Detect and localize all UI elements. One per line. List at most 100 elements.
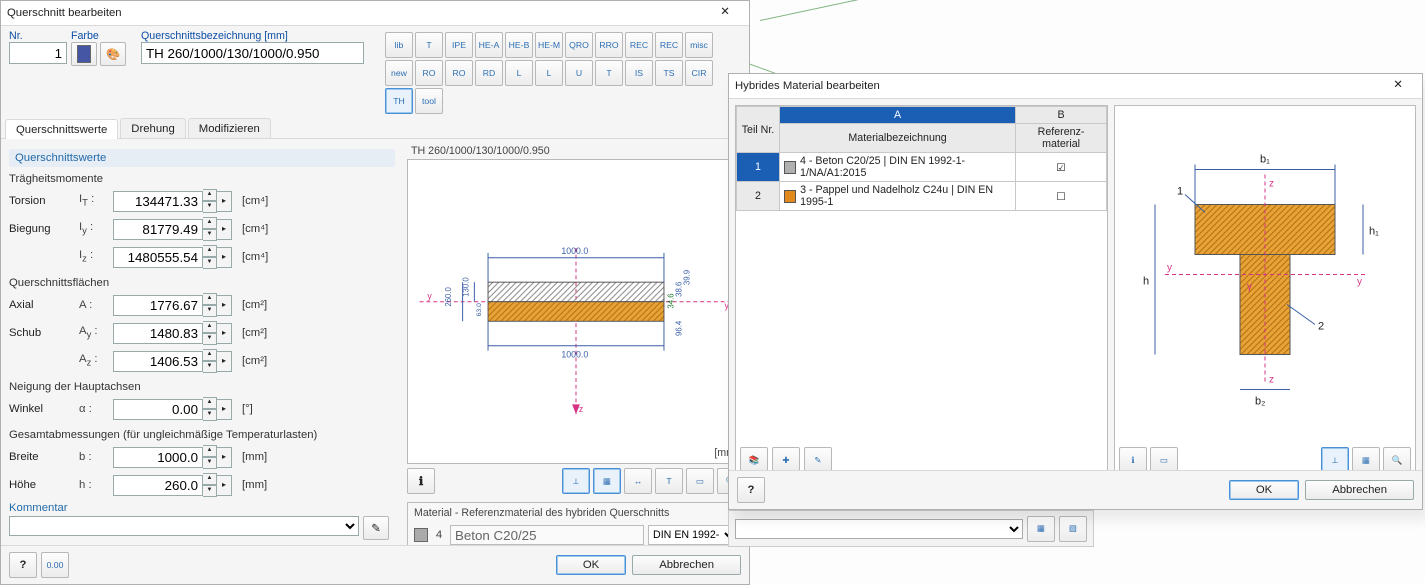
step-icon[interactable]: ▸ xyxy=(217,219,232,240)
step-icon[interactable]: ▸ xyxy=(217,191,232,212)
material-grid[interactable]: Teil Nr. A B Materialbezeichnung Referen… xyxy=(736,106,1107,211)
shape-l-button[interactable]: L xyxy=(505,60,533,86)
comment-apply-icon[interactable]: ✎ xyxy=(363,516,389,540)
table-row[interactable]: 14 - Beton C20/25 | DIN EN 1992-1-1/NA/A… xyxy=(737,153,1107,182)
spin-down-icon[interactable]: ▼ xyxy=(203,305,217,317)
shape-qro-button[interactable]: QRO xyxy=(565,32,593,58)
close-icon[interactable]: ✕ xyxy=(1380,77,1416,95)
step-icon[interactable]: ▸ xyxy=(217,295,232,316)
step-icon[interactable]: ▸ xyxy=(217,447,232,468)
shape-lib-button[interactable]: lib xyxy=(385,32,413,58)
shape-is-button[interactable]: IS xyxy=(625,60,653,86)
shape-ro-button[interactable]: RO xyxy=(445,60,473,86)
shape-he-m-button[interactable]: HE-M xyxy=(535,32,563,58)
spin-down-icon[interactable]: ▼ xyxy=(203,361,217,373)
axes-icon[interactable]: ⟂ xyxy=(562,468,590,494)
shape-he-b-button[interactable]: HE-B xyxy=(505,32,533,58)
spin-up-icon[interactable]: ▲ xyxy=(203,349,217,361)
tab-querschnittswerte[interactable]: Querschnittswerte xyxy=(5,119,118,139)
nr-input[interactable] xyxy=(9,42,67,64)
prop-input-axial[interactable] xyxy=(113,295,203,316)
decimals-icon[interactable]: 0.00 xyxy=(41,552,69,578)
shape-ts-button[interactable]: TS xyxy=(655,60,683,86)
step-icon[interactable]: ▸ xyxy=(217,247,232,268)
under-icon-b[interactable]: ▨ xyxy=(1059,516,1087,542)
shape-ipe-button[interactable]: IPE xyxy=(445,32,473,58)
spin-up-icon[interactable]: ▲ xyxy=(203,473,217,485)
step-icon[interactable]: ▸ xyxy=(217,399,232,420)
prop-input-schubY[interactable] xyxy=(113,323,203,344)
spin-down-icon[interactable]: ▼ xyxy=(203,485,217,497)
color-swatch[interactable] xyxy=(71,42,97,66)
shape-l-button[interactable]: L xyxy=(535,60,563,86)
spin-down-icon[interactable]: ▼ xyxy=(203,409,217,421)
ok-button[interactable]: OK xyxy=(556,555,626,575)
row-number[interactable]: 2 xyxy=(737,182,780,211)
help-icon[interactable]: ? xyxy=(737,477,765,503)
close-icon[interactable]: ✕ xyxy=(707,4,743,22)
shape-t-button[interactable]: T xyxy=(415,32,443,58)
cancel-button[interactable]: Abbrechen xyxy=(1305,480,1414,500)
under-icon-a[interactable]: ▦ xyxy=(1027,516,1055,542)
help-icon[interactable]: ? xyxy=(9,552,37,578)
ok-button[interactable]: OK xyxy=(1229,480,1299,500)
spin-up-icon[interactable]: ▲ xyxy=(203,445,217,457)
col-A[interactable]: A xyxy=(780,107,1016,124)
spin-up-icon[interactable]: ▲ xyxy=(203,397,217,409)
text-icon[interactable]: T xyxy=(655,468,683,494)
prop-input-torsion[interactable] xyxy=(113,191,203,212)
table-row[interactable]: 23 - Pappel und Nadelholz C24u | DIN EN … xyxy=(737,182,1107,211)
spin-up-icon[interactable]: ▲ xyxy=(203,245,217,257)
row-number[interactable]: 1 xyxy=(737,153,780,182)
spin-up-icon[interactable]: ▲ xyxy=(203,217,217,229)
spin-down-icon[interactable]: ▼ xyxy=(203,229,217,241)
color-icon[interactable]: ▭ xyxy=(686,468,714,494)
grid-icon[interactable]: ▦ xyxy=(593,468,621,494)
info-icon[interactable]: ℹ xyxy=(407,468,435,494)
shape-u-button[interactable]: U xyxy=(565,60,593,86)
prop-input-winkel[interactable] xyxy=(113,399,203,420)
shape-new-button[interactable]: new xyxy=(385,60,413,86)
material-cell[interactable]: 3 - Pappel und Nadelholz C24u | DIN EN 1… xyxy=(780,182,1016,211)
tab-drehung[interactable]: Drehung xyxy=(120,118,185,138)
shape-rd-button[interactable]: RD xyxy=(475,60,503,86)
reference-checkbox[interactable]: ☑ xyxy=(1016,153,1107,182)
spin-down-icon[interactable]: ▼ xyxy=(203,333,217,345)
color-palette-icon[interactable]: 🎨 xyxy=(100,42,126,66)
material-norm-select[interactable]: DIN EN 1992- xyxy=(648,525,738,545)
dim-icon[interactable]: ↔ xyxy=(624,468,652,494)
prop-input-biegZ[interactable] xyxy=(113,247,203,268)
shape-rro-button[interactable]: RRO xyxy=(595,32,623,58)
spin-down-icon[interactable]: ▼ xyxy=(203,201,217,213)
material-name-input[interactable] xyxy=(450,525,644,545)
prop-input-hoehe[interactable] xyxy=(113,475,203,496)
shape-rec-button[interactable]: REC xyxy=(625,32,653,58)
col-B[interactable]: B xyxy=(1016,107,1107,124)
spin-down-icon[interactable]: ▼ xyxy=(203,457,217,469)
under-combo[interactable] xyxy=(735,519,1023,539)
step-icon[interactable]: ▸ xyxy=(217,475,232,496)
step-icon[interactable]: ▸ xyxy=(217,323,232,344)
shape-rec-button[interactable]: REC xyxy=(655,32,683,58)
designation-input[interactable] xyxy=(141,42,364,64)
prop-input-breite[interactable] xyxy=(113,447,203,468)
spin-down-icon[interactable]: ▼ xyxy=(203,257,217,269)
shape-ro-button[interactable]: RO xyxy=(415,60,443,86)
prop-input-schubZ[interactable] xyxy=(113,351,203,372)
cancel-button[interactable]: Abbrechen xyxy=(632,555,741,575)
spin-up-icon[interactable]: ▲ xyxy=(203,293,217,305)
step-icon[interactable]: ▸ xyxy=(217,351,232,372)
shape-tool-button[interactable]: tool xyxy=(415,88,443,114)
shape-he-a-button[interactable]: HE-A xyxy=(475,32,503,58)
shape-cir-button[interactable]: CIR xyxy=(685,60,713,86)
shape-th-button[interactable]: TH xyxy=(385,88,413,114)
material-cell[interactable]: 4 - Beton C20/25 | DIN EN 1992-1-1/NA/A1… xyxy=(780,153,1016,182)
shape-misc-button[interactable]: misc xyxy=(685,32,713,58)
prop-input-biegY[interactable] xyxy=(113,219,203,240)
reference-checkbox[interactable]: ☐ xyxy=(1016,182,1107,211)
comment-combo[interactable] xyxy=(9,516,359,536)
spin-up-icon[interactable]: ▲ xyxy=(203,321,217,333)
shape-t-button[interactable]: T xyxy=(595,60,623,86)
spin-up-icon[interactable]: ▲ xyxy=(203,189,217,201)
tab-modifizieren[interactable]: Modifizieren xyxy=(188,118,271,138)
